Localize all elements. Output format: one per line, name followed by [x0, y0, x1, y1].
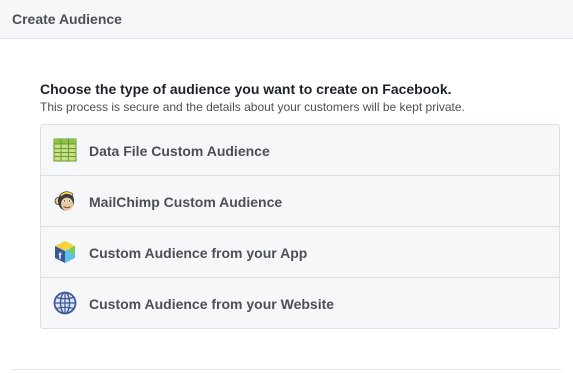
option-custom-audience-from-app[interactable]: f Custom Audience from your App [41, 227, 559, 278]
intro-subheading: This process is secure and the details a… [40, 100, 465, 114]
option-label: Custom Audience from your App [89, 245, 308, 261]
app-cube-icon: f [53, 240, 77, 264]
option-label: MailChimp Custom Audience [89, 194, 283, 210]
footer-divider [12, 369, 561, 370]
option-label: Custom Audience from your Website [89, 296, 335, 312]
option-custom-audience-from-website[interactable]: Custom Audience from your Website [41, 278, 559, 328]
dialog-title: Create Audience [12, 11, 122, 27]
mailchimp-icon [53, 189, 77, 213]
option-mailchimp-custom-audience[interactable]: MailChimp Custom Audience [41, 176, 559, 227]
option-data-file-custom-audience[interactable]: Data File Custom Audience [41, 125, 559, 176]
dialog-header: Create Audience [0, 0, 573, 39]
create-audience-dialog: Create Audience Choose the type of audie… [0, 0, 573, 373]
intro-heading: Choose the type of audience you want to … [40, 81, 452, 97]
audience-type-list: Data File Custom Audience MailChimp Cust… [40, 124, 560, 329]
globe-icon [53, 291, 77, 315]
option-label: Data File Custom Audience [89, 143, 270, 159]
spreadsheet-icon [53, 138, 77, 162]
